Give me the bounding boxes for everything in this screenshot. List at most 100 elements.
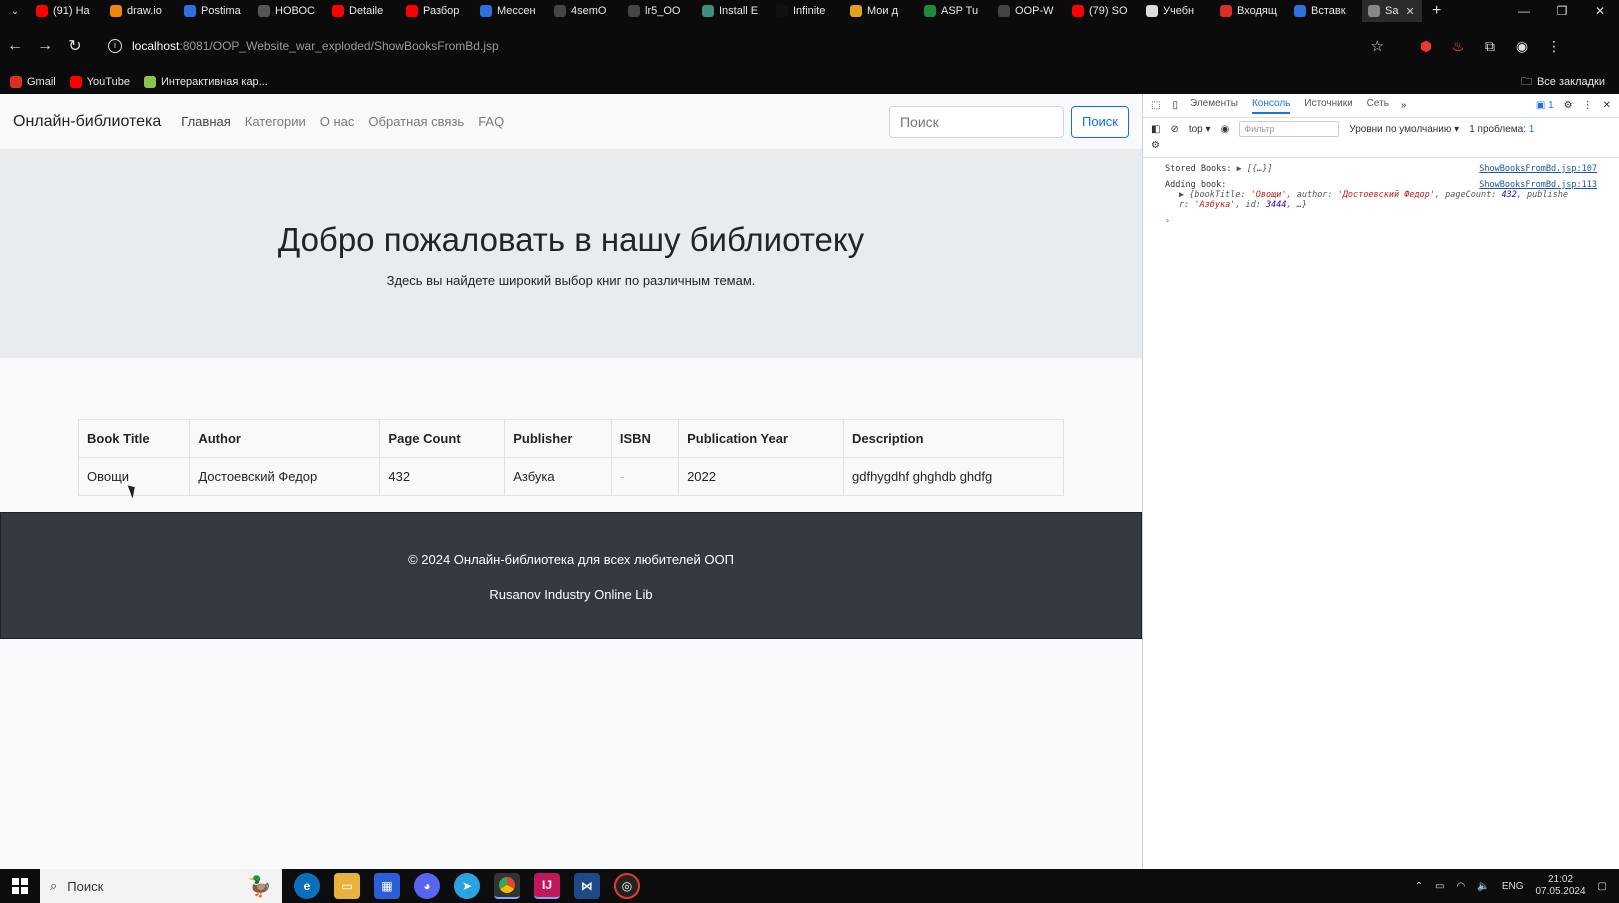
address-bar[interactable]: i localhost :8081/OOP_Website_war_explod… <box>96 30 1396 62</box>
new-tab-button[interactable]: + <box>1422 2 1451 20</box>
log-levels-dropdown[interactable]: Уровни по умолчанию ▾ <box>1349 124 1459 135</box>
console-prompt[interactable]: › <box>1165 216 1597 226</box>
close-window-icon[interactable]: ✕ <box>1581 0 1619 22</box>
all-bookmarks[interactable]: 🗀 Все закладки <box>1521 73 1605 92</box>
intellij-icon[interactable]: IJ <box>534 873 560 899</box>
device-toolbar-icon[interactable]: ▯ <box>1172 100 1178 111</box>
battery-icon[interactable]: ▭ <box>1435 881 1444 892</box>
devtools-tab[interactable]: Консоль <box>1251 98 1291 114</box>
browser-tab[interactable]: Install E <box>696 0 770 22</box>
hero-section: Добро пожаловать в нашу библиотеку Здесь… <box>0 149 1142 358</box>
nav-link[interactable]: О нас <box>320 114 355 129</box>
browser-tab[interactable]: Разбор <box>400 0 474 22</box>
bookmark-favicon-icon <box>69 76 82 88</box>
browser-tab[interactable]: (79) SO <box>1066 0 1140 22</box>
discord-icon[interactable]: ◕ <box>414 873 440 899</box>
devtools-tab[interactable]: Элементы <box>1190 98 1238 114</box>
console-filter-input[interactable]: Фильтр <box>1239 121 1340 137</box>
browser-tab[interactable]: Учебн <box>1140 0 1214 22</box>
live-expression-eye-icon[interactable]: ◉ <box>1221 124 1230 135</box>
browser-tab[interactable]: Sa ✕ <box>1362 0 1422 22</box>
all-bookmarks-label: Все закладки <box>1536 76 1605 88</box>
edge-icon[interactable]: e <box>294 873 320 899</box>
nav-link[interactable]: Обратная связь <box>368 114 464 129</box>
bookmark-item[interactable]: Gmail <box>10 76 56 88</box>
bookmark-item[interactable]: YouTube <box>69 76 130 88</box>
nav-link[interactable]: Категории <box>245 114 306 129</box>
log-source-link[interactable]: ShowBooksFromBd.jsp:107 <box>1479 164 1597 174</box>
nav-link[interactable]: FAQ <box>478 114 504 129</box>
browser-tab[interactable]: НОВОС <box>252 0 326 22</box>
browser-tab[interactable]: Мои д <box>844 0 918 22</box>
file-explorer-icon[interactable]: ▭ <box>334 873 360 899</box>
browser-tab[interactable]: Detaile <box>326 0 400 22</box>
reload-icon[interactable]: ↻ <box>60 36 90 56</box>
problems-indicator[interactable]: 1 проблема: 1 <box>1469 124 1534 135</box>
chrome-icon[interactable] <box>494 873 520 899</box>
restore-icon[interactable]: ❐ <box>1543 0 1581 22</box>
browser-tab[interactable]: Мессен <box>474 0 548 22</box>
adblock-extension-icon[interactable]: ⬢ <box>1418 38 1434 54</box>
telegram-icon[interactable]: ➤ <box>454 873 480 899</box>
issues-badge[interactable]: ▣ 1 <box>1536 100 1554 111</box>
tab-label: ASP Tu <box>941 5 979 17</box>
context-selector[interactable]: top ▾ <box>1189 124 1211 135</box>
browser-tab[interactable]: Входящ <box>1214 0 1288 22</box>
visual-studio-icon[interactable]: ⋈ <box>574 873 600 899</box>
browser-tab[interactable]: Вставк <box>1288 0 1362 22</box>
devtools-menu-icon[interactable]: ⋮ <box>1583 100 1593 111</box>
forward-icon[interactable]: → <box>30 37 60 55</box>
obj-title: 'Овощи' <box>1250 190 1287 200</box>
tab-favicon-icon <box>628 5 640 17</box>
sidebar-toggle-icon[interactable]: ◧ <box>1151 124 1160 135</box>
profile-avatar-icon[interactable]: ◉ <box>1514 38 1530 54</box>
search-button[interactable]: Поиск <box>1070 105 1129 138</box>
clock[interactable]: 21:02 07.05.2024 <box>1535 874 1585 898</box>
console-settings-icon[interactable]: ⚙ <box>1151 140 1160 151</box>
log-object[interactable]: ▶ [{…}] <box>1237 164 1273 174</box>
language-indicator[interactable]: ENG <box>1502 881 1524 892</box>
books-table-wrapper: Book Title Author Page Count Publisher ISBN P… <box>77 419 1064 496</box>
extensions-puzzle-icon[interactable]: ⧉ <box>1482 38 1498 54</box>
console-settings-row: ⚙ <box>1143 140 1619 158</box>
book-object-preview[interactable]: ▶ {bookTitle: 'Овощи', author: 'Достоевс… <box>1165 190 1597 210</box>
fire-extension-icon[interactable]: ♨ <box>1450 38 1466 54</box>
bookmark-star-icon[interactable]: ☆ <box>1371 37 1384 55</box>
devtools-tab[interactable]: Источники <box>1304 98 1352 114</box>
devtools-settings-icon[interactable]: ⚙ <box>1564 100 1573 111</box>
browser-tab[interactable]: lr5_OO <box>622 0 696 22</box>
tab-search-icon[interactable]: ⌄ <box>0 6 30 17</box>
minimize-icon[interactable]: — <box>1505 0 1543 22</box>
obj-publisher: 'Азбука' <box>1194 200 1236 210</box>
table-cell: gdfhygdhf ghghdb ghdfg <box>843 457 1064 496</box>
taskbar-search[interactable]: ⌕ Поиск 🦆 <box>40 869 282 903</box>
chrome-menu-icon[interactable]: ⋮ <box>1546 38 1562 54</box>
browser-tab[interactable]: 4semO <box>548 0 622 22</box>
inspect-element-icon[interactable]: ⬚ <box>1151 100 1160 111</box>
clear-console-icon[interactable]: ⊘ <box>1170 124 1178 135</box>
microsoft-store-icon[interactable]: ▦ <box>374 873 400 899</box>
devtools-close-icon[interactable]: ✕ <box>1603 100 1611 111</box>
tab-close-icon[interactable]: ✕ <box>1405 5 1414 18</box>
devtools-tab[interactable]: Сеть <box>1367 98 1389 114</box>
site-brand[interactable]: Онлайн-библиотека <box>13 113 161 131</box>
search-input[interactable] <box>888 105 1064 138</box>
site-info-icon[interactable]: i <box>108 39 122 53</box>
browser-tab[interactable]: ASP Tu <box>918 0 992 22</box>
nav-link[interactable]: Главная <box>181 114 230 129</box>
bookmark-item[interactable]: Интерактивная кар... <box>143 76 268 88</box>
browser-tab[interactable]: draw.io <box>104 0 178 22</box>
back-icon[interactable]: ← <box>0 37 30 55</box>
browser-tab[interactable]: (91) На <box>30 0 104 22</box>
browser-tab[interactable]: OOP-W <box>992 0 1066 22</box>
wifi-icon[interactable]: ◠ <box>1457 881 1466 892</box>
browser-tab[interactable]: Postima <box>178 0 252 22</box>
tray-chevron-icon[interactable]: ⌃ <box>1415 881 1423 892</box>
log-source-link[interactable]: ShowBooksFromBd.jsp:113 <box>1479 180 1597 190</box>
volume-icon[interactable]: 🔈 <box>1477 881 1489 892</box>
notifications-icon[interactable]: ▢ <box>1598 881 1607 892</box>
more-tabs-icon[interactable]: » <box>1401 100 1407 111</box>
browser-tab[interactable]: Infinite <box>770 0 844 22</box>
obs-icon[interactable]: ◎ <box>614 873 640 899</box>
start-button[interactable] <box>0 878 40 894</box>
